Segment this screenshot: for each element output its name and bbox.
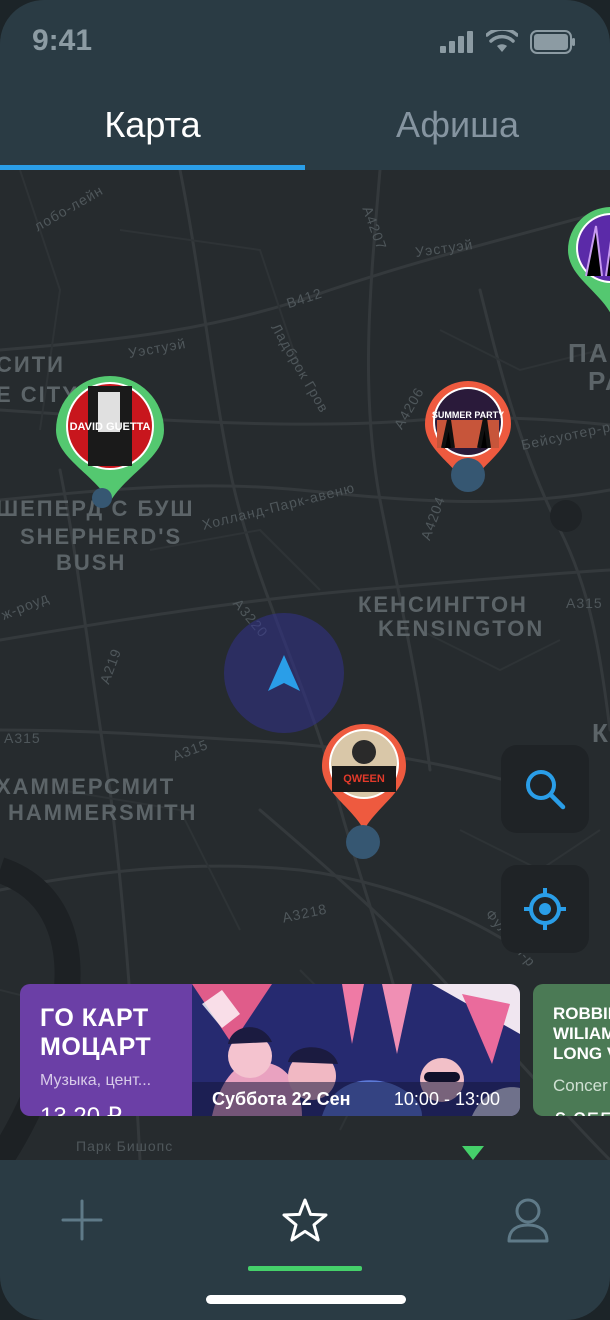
event-card-title-line3: LONG V — [553, 1044, 610, 1063]
pin-marker-icon: QWEEN — [322, 724, 406, 830]
pin-anchor-dot — [451, 458, 485, 492]
event-card-subtitle: Музыка, цент... — [40, 1072, 152, 1089]
map-pin-queen-concert[interactable]: QWEEN — [320, 722, 408, 859]
event-card-image: Суббота 22 Сен 10:00 - 13:00 — [192, 984, 520, 1116]
pin-marker-icon — [568, 207, 610, 313]
map-pin-concert-top-right[interactable] — [566, 206, 610, 316]
map-label-kensington-en: KENSINGTON — [378, 616, 545, 641]
event-card-price: £ 255 — [553, 1108, 610, 1116]
event-card-price: 13.20 ₽ — [40, 1102, 192, 1116]
header: 9:41 Карта Афиша — [0, 0, 610, 170]
map-label-hammersmith-en: HAMMERSMITH — [8, 800, 198, 825]
tab-afisha-label: Афиша — [395, 104, 520, 145]
svg-text:SUMMER PARTY: SUMMER PARTY — [432, 410, 504, 420]
event-card-gokart[interactable]: ГО КАРТ МОЦАРТ Музыка, цент... 13.20 ₽ — [20, 984, 520, 1116]
app-screen: 9:41 Карта Афиша лобо-лейн Уэстуэй Уэсту… — [0, 0, 610, 1320]
pin-marker-icon: DAVID GUETTA — [56, 376, 164, 502]
tab-bar: Карта Афиша — [0, 80, 610, 170]
map-view[interactable]: лобо-лейн Уэстуэй Уэстуэй A4207 B412 Лад… — [0, 170, 610, 1160]
event-card-title-line1: ГО КАРТ — [40, 1004, 149, 1032]
battery-icon — [530, 30, 575, 54]
tab-afisha[interactable]: Афиша — [305, 80, 610, 170]
nav-favorites-button[interactable] — [265, 1190, 345, 1250]
search-icon — [526, 770, 566, 810]
event-card-date: Суббота 22 Сен — [212, 1089, 351, 1109]
event-card-subtitle: Concer — [553, 1076, 608, 1095]
map-locate-button[interactable] — [501, 865, 589, 953]
plus-icon — [61, 1199, 103, 1241]
map-label-shepherds-en2: BUSH — [56, 550, 127, 575]
map-label-kensington-ru: КЕНСИНГТОН — [358, 592, 528, 617]
bottom-nav — [0, 1160, 610, 1320]
status-time: 9:41 — [32, 24, 93, 57]
event-card-title-line2: WILIAM — [553, 1024, 610, 1043]
nav-add-button[interactable] — [42, 1190, 122, 1250]
map-label-shepherds-en: SHEPHERD'S — [20, 524, 183, 549]
event-card-hours: 10:00 - 13:00 — [393, 1089, 500, 1109]
event-card-title-line2: МОЦАРТ — [40, 1033, 152, 1061]
tab-map-label: Карта — [104, 104, 201, 145]
event-card-title-line1: ROBBIE — [553, 1004, 610, 1023]
map-search-button[interactable] — [501, 745, 589, 833]
map-pin-david-guetta[interactable]: DAVID GUETTA — [54, 374, 166, 508]
map-label-k: К — [592, 718, 610, 748]
pin-anchor-dot — [346, 825, 380, 859]
card-selected-caret — [462, 1146, 484, 1160]
map-label-pa2: РА — [588, 366, 610, 396]
tab-map[interactable]: Карта — [0, 80, 305, 170]
map-label-hammersmith-ru: ХАММЕРСМИТ — [0, 774, 176, 799]
navigation-arrow-icon — [268, 655, 300, 691]
nav-profile-button[interactable] — [488, 1190, 568, 1250]
event-card-robbie[interactable]: ROBBIE WILIAM LONG V Concer £ 255 — [533, 984, 610, 1116]
pin-anchor-dot — [92, 488, 112, 508]
event-card-info: ГО КАРТ МОЦАРТ Музыка, цент... 13.20 ₽ — [20, 984, 192, 1116]
nav-active-indicator — [248, 1266, 362, 1271]
crosshair-icon — [524, 888, 566, 930]
wifi-icon — [486, 30, 518, 52]
svg-text:DAVID GUETTA: DAVID GUETTA — [70, 421, 151, 433]
svg-text:QWEEN: QWEEN — [343, 773, 385, 785]
status-bar: 9:41 — [0, 0, 610, 80]
star-icon — [282, 1198, 328, 1242]
map-label-a315-3: A315 — [566, 595, 603, 611]
map-label-pa: ПА — [568, 338, 610, 368]
signal-icon — [440, 31, 473, 53]
map-label-park-bishops: Парк Бишопс — [76, 1138, 174, 1154]
status-icons — [440, 30, 576, 54]
map-label-a315-1: A315 — [4, 730, 41, 746]
tab-active-indicator — [0, 165, 305, 170]
profile-icon — [507, 1198, 549, 1243]
map-pin-summer-party[interactable]: SUMMER PARTY — [423, 380, 513, 492]
home-indicator[interactable] — [206, 1295, 406, 1304]
